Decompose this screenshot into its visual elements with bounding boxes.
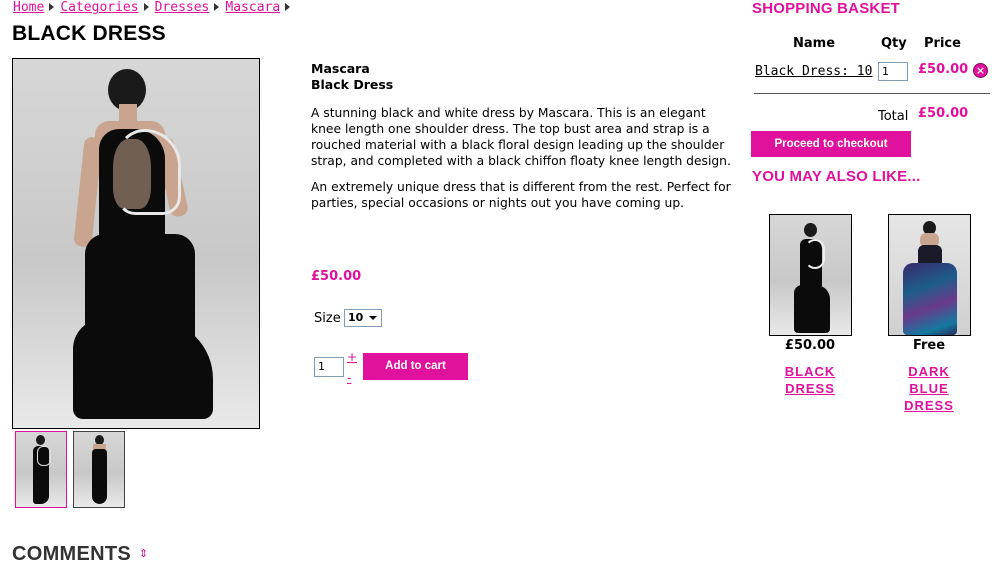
recommendation-name-line: BLACK	[784, 364, 836, 379]
proceed-to-checkout-button[interactable]: Proceed to checkout	[751, 131, 911, 157]
description-paragraph: A stunning black and white dress by Masc…	[311, 106, 731, 168]
basket-item-qty-input[interactable]: 1	[878, 62, 908, 81]
product-brand-block: Mascara Black Dress	[311, 61, 393, 93]
recommendation-price: Free	[912, 338, 946, 353]
description-paragraph: An extremely unique dress that is differ…	[311, 180, 731, 210]
basket-title: SHOPPING BASKET	[752, 0, 901, 17]
basket-total-value: £50.00	[918, 106, 969, 121]
product-description: A stunning black and white dress by Masc…	[311, 105, 736, 221]
recommendation-image-dark-blue-dress[interactable]	[888, 214, 971, 336]
recommendation-name-line: DARK	[908, 364, 950, 379]
basket-item-link[interactable]: Black Dress: 10	[755, 64, 872, 79]
basket-item-price: £50.00	[918, 62, 969, 77]
breadcrumb-home-link[interactable]: Home	[13, 0, 44, 15]
add-to-cart-button[interactable]: Add to cart	[363, 353, 468, 380]
expand-toggle-icon[interactable]: ⇕	[139, 547, 148, 560]
recommendation-price: £50.00	[784, 338, 836, 353]
breadcrumb-mascara-link[interactable]: Mascara	[225, 0, 280, 15]
basket-column-price: Price	[924, 36, 961, 51]
product-price: £50.00	[311, 269, 362, 284]
recommendation-link-black-dress[interactable]: BLACK DRESS	[760, 363, 860, 397]
basket-total-label: Total	[878, 109, 909, 124]
product-thumbnail-front[interactable]	[73, 431, 125, 508]
size-select[interactable]: 10	[344, 309, 382, 327]
page-title: BLACK DRESS	[12, 22, 166, 45]
basket-column-qty: Qty	[881, 36, 907, 51]
basket-divider	[754, 93, 990, 94]
chevron-down-icon	[369, 316, 377, 320]
quantity-increase-link[interactable]: +	[347, 350, 357, 364]
quantity-input[interactable]: 1	[314, 357, 344, 377]
size-label: Size	[314, 311, 341, 326]
breadcrumb-separator-icon	[143, 3, 149, 11]
recommendation-link-dark-blue-dress[interactable]: DARK BLUE DRESS	[879, 363, 979, 414]
recommendation-name-line: BLUE	[909, 381, 949, 396]
size-selected-value: 10	[348, 311, 364, 324]
breadcrumb-separator-icon	[214, 3, 220, 11]
remove-circle-icon[interactable]: ×	[973, 63, 988, 78]
quantity-decrease-link[interactable]: -	[347, 371, 351, 385]
recommendation-image-black-dress[interactable]	[769, 214, 852, 336]
breadcrumb-separator-icon	[49, 3, 55, 11]
breadcrumb: Home Categories Dresses Mascara	[13, 0, 296, 16]
recommendation-name-line: DRESS	[904, 398, 954, 413]
product-main-image[interactable]	[12, 58, 260, 429]
product-thumbnail-back[interactable]	[15, 431, 67, 508]
breadcrumb-dresses-link[interactable]: Dresses	[155, 0, 210, 15]
product-name: Black Dress	[311, 77, 394, 92]
breadcrumb-categories-link[interactable]: Categories	[60, 0, 138, 15]
basket-column-name: Name	[793, 36, 836, 51]
product-brand: Mascara	[311, 61, 370, 76]
breadcrumb-separator-icon	[285, 3, 291, 11]
also-like-title: YOU MAY ALSO LIKE...	[752, 168, 921, 185]
comments-heading: COMMENTS	[12, 543, 132, 565]
recommendation-name-line: DRESS	[785, 381, 835, 396]
